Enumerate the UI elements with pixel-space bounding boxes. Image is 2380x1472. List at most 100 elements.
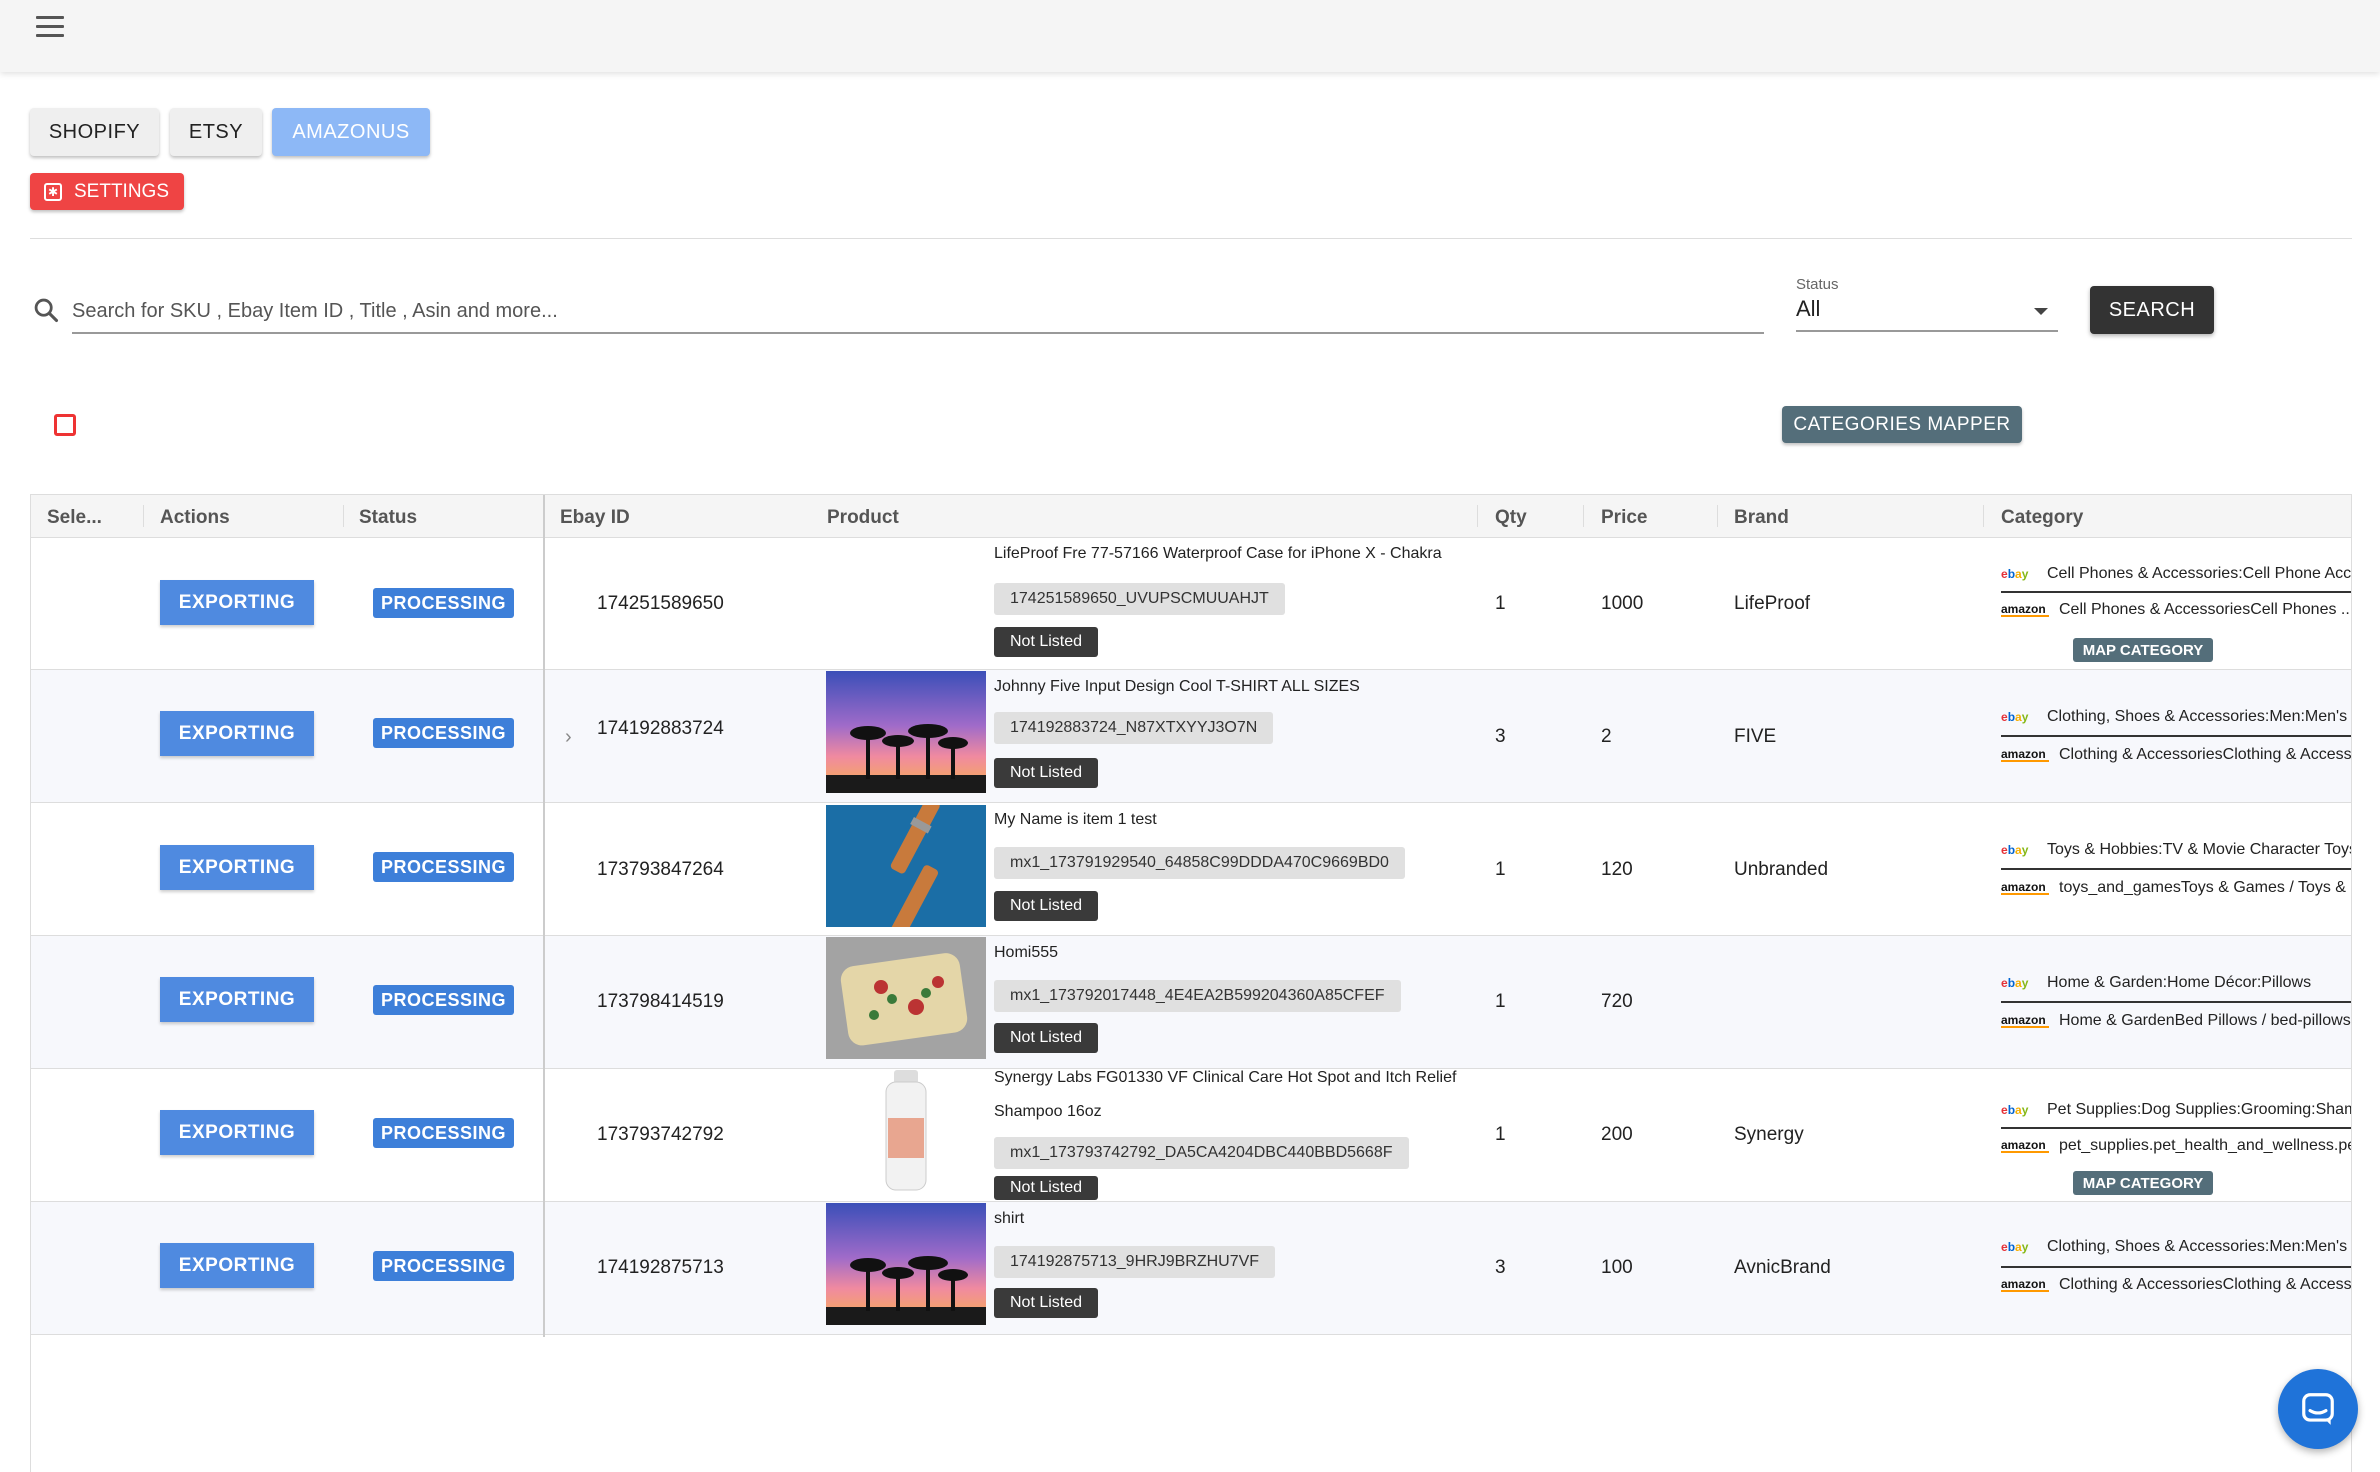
listing-status-badge: Not Listed <box>994 1023 1099 1053</box>
categories-mapper-button[interactable]: CATEGORIES MAPPER <box>1782 406 2022 443</box>
products-table: Sele... Actions Status Ebay ID Product Q… <box>30 494 2352 1472</box>
category-cell: ebay Cell Phones & Accessories:Cell Phon… <box>2001 537 2351 670</box>
hamburger-menu-icon[interactable] <box>36 16 64 38</box>
status-badge: PROCESSING <box>373 718 514 748</box>
tab-shopify[interactable]: SHOPIFY <box>30 108 159 156</box>
exporting-button[interactable]: EXPORTING <box>160 1243 314 1288</box>
exporting-button[interactable]: EXPORTING <box>160 845 314 890</box>
status-badge: PROCESSING <box>373 985 514 1015</box>
search-input[interactable] <box>72 290 1764 334</box>
status-filter-value: All <box>1796 296 1821 321</box>
section-divider <box>30 238 2352 239</box>
product-title: Homi555 <box>994 944 1059 961</box>
column-header-price[interactable]: Price <box>1601 507 1647 529</box>
ebay-logo-icon: ebay <box>2001 843 2029 857</box>
listing-status-badge: Not Listed <box>994 627 1099 657</box>
status-badge: PROCESSING <box>373 852 514 882</box>
product-title: LifeProof Fre 77-57166 Waterproof Case f… <box>994 545 1442 562</box>
table-row[interactable]: EXPORTING PROCESSING 174192875713 shirt … <box>31 1202 2351 1335</box>
product-title: shirt <box>994 1210 1025 1227</box>
category-cell: ebay Home & Garden:Home Décor:Pillows am… <box>2001 936 2351 1069</box>
status-badge: PROCESSING <box>373 588 514 618</box>
product-thumbnail[interactable] <box>826 937 986 1059</box>
column-header-qty[interactable]: Qty <box>1495 507 1527 529</box>
ebay-logo-icon: ebay <box>2001 976 2029 990</box>
map-category-button[interactable]: MAP CATEGORY <box>2073 638 2213 662</box>
product-thumbnail[interactable] <box>826 1070 986 1192</box>
price: 120 <box>1601 859 1633 880</box>
ebay-id: 173793847264 <box>597 859 724 880</box>
map-category-button[interactable]: MAP CATEGORY <box>2073 1171 2213 1195</box>
caret-down-icon <box>2034 308 2048 315</box>
select-all-checkbox[interactable] <box>54 414 76 436</box>
amazon-logo-icon: amazon <box>2001 881 2049 895</box>
sku-chip: 174192875713_9HRJ9BRZHU7VF <box>994 1246 1276 1278</box>
table-row[interactable]: EXPORTING PROCESSING 173793742792 Synerg… <box>31 1069 2351 1202</box>
sku-chip: mx1_173791929540_64858C99DDDA470C9669BD0 <box>994 847 1405 879</box>
product-thumbnail[interactable] <box>826 671 986 793</box>
column-header-select[interactable]: Sele... <box>47 507 102 529</box>
amazon-category: amazon Clothing & AccessoriesClothing & … <box>2001 1276 2352 1293</box>
ebay-id: 174192883724 <box>597 718 724 739</box>
brand: Unbranded <box>1734 859 1829 880</box>
exporting-button[interactable]: EXPORTING <box>160 1110 314 1155</box>
status-filter-select[interactable]: All <box>1796 296 2058 332</box>
price: 2 <box>1601 726 1612 747</box>
column-header-product[interactable]: Product <box>827 507 899 529</box>
quantity: 3 <box>1495 1257 1506 1278</box>
listing-status-badge: Not Listed <box>994 1288 1099 1318</box>
column-header-actions[interactable]: Actions <box>160 507 230 529</box>
amazon-category: amazon toys_and_gamesToys & Games / Toys… <box>2001 879 2346 896</box>
listing-status-badge: Not Listed <box>994 891 1099 921</box>
table-row[interactable]: EXPORTING PROCESSING 173798414519 Homi55… <box>31 936 2351 1069</box>
brand: LifeProof <box>1734 593 1811 614</box>
chat-bubble-icon <box>2302 1393 2334 1425</box>
chevron-right-icon[interactable]: › <box>565 726 572 749</box>
chat-launcher-button[interactable] <box>2278 1369 2358 1449</box>
table-row[interactable]: EXPORTING PROCESSING 174251589650 LifePr… <box>31 537 2351 670</box>
ebay-category: ebay Pet Supplies:Dog Supplies:Grooming:… <box>2001 1101 2352 1118</box>
search-button[interactable]: SEARCH <box>2090 286 2214 334</box>
ebay-logo-icon: ebay <box>2001 710 2029 724</box>
product-title: Johnny Five Input Design Cool T-SHIRT AL… <box>994 678 1360 695</box>
brand: Synergy <box>1734 1124 1804 1145</box>
column-header-status[interactable]: Status <box>359 507 417 529</box>
quantity: 1 <box>1495 859 1506 880</box>
table-row[interactable]: EXPORTING PROCESSING › 174192883724 John… <box>31 670 2351 803</box>
exporting-button[interactable]: EXPORTING <box>160 711 314 756</box>
column-header-brand[interactable]: Brand <box>1734 507 1789 529</box>
ebay-category: ebay Clothing, Shoes & Accessories:Men:M… <box>2001 708 2348 725</box>
listing-status-badge: Not Listed <box>994 758 1099 788</box>
price: 720 <box>1601 991 1633 1012</box>
product-title: Synergy Labs FG01330 VF Clinical Care Ho… <box>994 1069 1457 1120</box>
amazon-category: amazon Home & GardenBed Pillows / bed-pi… <box>2001 1012 2351 1029</box>
quantity: 1 <box>1495 593 1506 614</box>
tab-amazonus[interactable]: AMAZONUS <box>272 108 430 156</box>
price: 100 <box>1601 1257 1633 1278</box>
amazon-category: amazon pet_supplies.pet_health_and_welln… <box>2001 1137 2352 1154</box>
product-thumbnail[interactable] <box>826 1203 986 1325</box>
column-header-ebay-id[interactable]: Ebay ID <box>560 507 630 529</box>
pinned-column-divider <box>543 495 545 1337</box>
settings-button[interactable]: ✱ SETTINGS <box>30 173 184 210</box>
table-row[interactable]: EXPORTING PROCESSING 173793847264 My Nam… <box>31 803 2351 936</box>
status-filter-label: Status <box>1796 276 1839 293</box>
sku-chip: 174251589650_UVUPSCMUUAHJT <box>994 583 1285 615</box>
exporting-button[interactable]: EXPORTING <box>160 580 314 625</box>
column-header-category[interactable]: Category <box>2001 507 2083 529</box>
tab-etsy[interactable]: ETSY <box>170 108 262 156</box>
ebay-logo-icon: ebay <box>2001 1103 2029 1117</box>
ebay-category: ebay Clothing, Shoes & Accessories:Men:M… <box>2001 1238 2348 1255</box>
table-header: Sele... Actions Status Ebay ID Product Q… <box>31 495 2351 538</box>
category-cell: ebay Clothing, Shoes & Accessories:Men:M… <box>2001 670 2351 803</box>
settings-button-label: SETTINGS <box>74 180 170 202</box>
listing-status-badge: Not Listed <box>994 1176 1099 1200</box>
ebay-category: ebay Home & Garden:Home Décor:Pillows <box>2001 974 2312 991</box>
exporting-button[interactable]: EXPORTING <box>160 977 314 1022</box>
search-icon <box>34 298 59 323</box>
category-cell: ebay Clothing, Shoes & Accessories:Men:M… <box>2001 1202 2352 1335</box>
category-cell: ebay Toys & Hobbies:TV & Movie Character… <box>2001 803 2351 936</box>
ebay-logo-icon: ebay <box>2001 1240 2029 1254</box>
product-thumbnail[interactable] <box>826 805 986 927</box>
price: 200 <box>1601 1124 1633 1145</box>
